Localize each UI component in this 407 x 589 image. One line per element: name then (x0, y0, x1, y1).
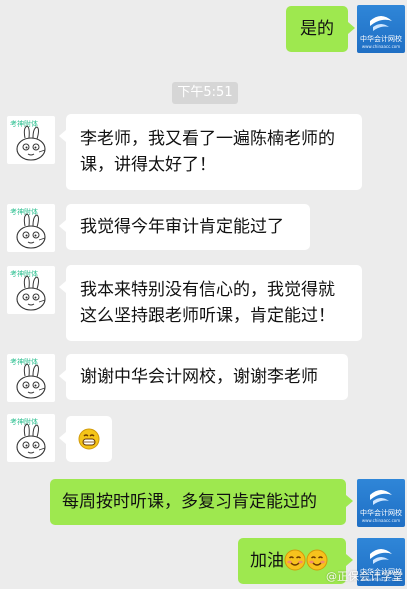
avatar-caption: 考神附体 (10, 207, 38, 216)
avatar-caption: 考神附体 (10, 417, 38, 426)
message-text: 每周按时听课，多复习肯定能过的 (62, 492, 317, 512)
cartoon-bunny-icon: 考神附体 (10, 357, 46, 399)
watermark: @正保会计学堂 (326, 570, 403, 583)
sent-message-bubble[interactable]: 每周按时听课，多复习肯定能过的 (50, 479, 353, 525)
chinaacc-logo-icon: 中华会计网校www.chinaacc.com (360, 16, 402, 49)
received-emoji-bubble[interactable] (59, 416, 112, 462)
avatar-caption: 考神附体 (10, 269, 38, 278)
cartoon-bunny-avatar[interactable]: 考神附体 (7, 116, 55, 164)
chinaacc-logo-icon: 中华会计网校www.chinaacc.com (360, 490, 402, 523)
blushing-smile-face-icon (306, 549, 328, 571)
chinaacc-logo-avatar[interactable]: 中华会计网校 www.chinaacc.com (357, 479, 405, 527)
avatar-caption: 考神附体 (10, 357, 38, 366)
message-text-line: 我本来特别没有信心的，我觉得就 (80, 280, 335, 300)
cartoon-bunny-avatar[interactable]: 考神附体 (7, 266, 55, 314)
message-text: 谢谢中华会计网校，谢谢李老师 (80, 367, 318, 387)
cartoon-bunny-avatar[interactable]: 考神附体 (7, 414, 55, 462)
chinaacc-logo-avatar[interactable]: 中华会计网校 www.chinaacc.com (357, 5, 405, 53)
message-text-line: 李老师，我又看了一遍陈楠老师的 (80, 129, 335, 149)
logo-url-text: www.chinaacc.com (362, 518, 400, 523)
received-message-bubble[interactable]: 我觉得今年审计肯定能过了 (59, 204, 310, 250)
logo-text: 中华会计网校 (360, 508, 402, 517)
sent-message-bubble[interactable]: 是的 (286, 6, 355, 52)
message-text: 加油 (250, 551, 284, 571)
blushing-smile-face-icon (284, 549, 306, 571)
logo-text: 中华会计网校 (360, 34, 402, 43)
chat-window: 是的 中华会计网校 www.chinaacc.com 下午5:51 考神附体 李老… (0, 0, 407, 589)
avatar-caption: 考神附体 (10, 119, 38, 128)
message-text: 我觉得今年审计肯定能过了 (80, 217, 284, 237)
cartoon-bunny-icon: 考神附体 (10, 269, 46, 311)
received-message-bubble[interactable]: 我本来特别没有信心的，我觉得就 这么坚持跟老师听课，肯定能过！ (59, 265, 362, 341)
cartoon-bunny-icon: 考神附体 (10, 417, 46, 459)
message-text: 是的 (300, 19, 334, 39)
cartoon-bunny-avatar[interactable]: 考神附体 (7, 354, 55, 402)
cartoon-bunny-icon: 考神附体 (10, 119, 46, 161)
received-message-bubble[interactable]: 谢谢中华会计网校，谢谢李老师 (59, 354, 348, 400)
cartoon-bunny-icon: 考神附体 (10, 207, 46, 249)
message-text-line: 这么坚持跟老师听课，肯定能过！ (80, 306, 335, 326)
received-message-bubble[interactable]: 李老师，我又看了一遍陈楠老师的 课，讲得太好了！ (59, 114, 362, 190)
message-text-line: 课，讲得太好了！ (80, 155, 216, 175)
timestamp: 下午5:51 (172, 82, 238, 104)
logo-url-text: www.chinaacc.com (362, 44, 400, 49)
cartoon-bunny-avatar[interactable]: 考神附体 (7, 204, 55, 252)
grinning-face-icon (78, 428, 100, 450)
